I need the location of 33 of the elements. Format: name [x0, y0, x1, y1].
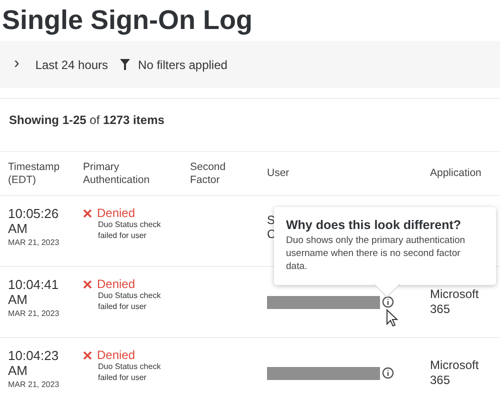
results-summary: Showing 1-25 of 1273 items	[0, 98, 500, 127]
result-status: Denied	[97, 348, 136, 362]
result-reason: Duo Status check failed for user	[98, 362, 162, 383]
cross-icon	[83, 280, 92, 288]
date: MAR 21, 2023	[8, 380, 60, 389]
tooltip-text: Duo shows only the primary authentication username when there is no second factor data.	[286, 234, 466, 273]
filter-status-label: No filters applied	[138, 58, 228, 72]
timestamp: 10:04:41 AM	[8, 277, 60, 307]
time-range-label: Last 24 hours	[35, 58, 108, 72]
application-name: Microsoft 365	[430, 287, 480, 317]
info-icon[interactable]	[382, 367, 394, 379]
result-status: Denied	[97, 206, 136, 220]
result-reason: Duo Status check failed for user	[98, 220, 162, 241]
column-header: Primary Authentication	[82, 160, 151, 186]
column-header: Application	[429, 167, 482, 180]
expand-button[interactable]: ›	[14, 54, 28, 74]
timestamp: 10:04:23 AM	[8, 348, 60, 378]
application-name: Microsoft 365	[430, 358, 480, 388]
timestamp: 10:05:26 AM	[8, 206, 60, 236]
result-status: Denied	[97, 277, 136, 291]
cross-icon	[83, 208, 92, 218]
info-icon[interactable]	[382, 296, 394, 308]
date: MAR 21, 2023	[8, 238, 60, 247]
filter-icon	[120, 59, 130, 70]
date: MAR 21, 2023	[8, 309, 60, 318]
page-title: Single Sign-On Log	[1, 4, 254, 36]
tooltip-title: Why does this look different?	[286, 218, 462, 232]
column-header: Timestamp (EDT)	[7, 160, 61, 186]
column-header: User	[266, 167, 290, 180]
cross-icon	[83, 350, 92, 360]
pointer-cursor-icon	[386, 309, 398, 327]
column-header: Second Factor	[189, 160, 227, 186]
result-reason: Duo Status check failed for user	[98, 291, 162, 312]
